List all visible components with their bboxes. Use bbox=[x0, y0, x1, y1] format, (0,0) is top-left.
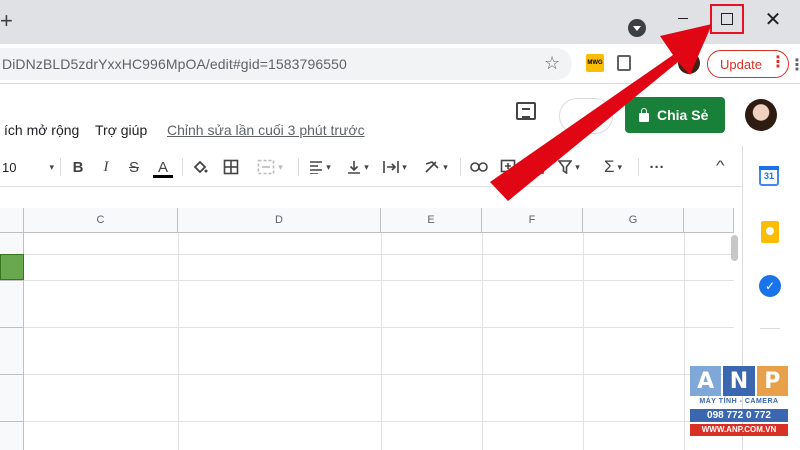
text-wrap-icon[interactable]: ▾ bbox=[380, 155, 410, 179]
font-size-value: 10 bbox=[2, 159, 17, 175]
extension-icon[interactable]: MWG bbox=[586, 54, 604, 72]
grid-line bbox=[24, 280, 734, 281]
select-all-corner[interactable] bbox=[0, 208, 24, 233]
horizontal-align-icon[interactable]: ▾ bbox=[305, 155, 335, 179]
grid-line bbox=[24, 254, 734, 255]
borders-icon[interactable] bbox=[220, 155, 242, 179]
close-window-button[interactable]: ✕ bbox=[750, 0, 796, 38]
text-color-swatch bbox=[153, 175, 173, 178]
selected-row-header[interactable] bbox=[0, 254, 24, 280]
sigma-icon: Σ bbox=[603, 157, 615, 176]
collapse-toolbar-icon[interactable]: ^ bbox=[716, 157, 725, 173]
logo-phone: 098 772 0 772 bbox=[690, 409, 788, 422]
insert-chart-icon[interactable] bbox=[527, 155, 547, 179]
last-edit-link[interactable]: Chỉnh sửa lần cuối 3 phút trước bbox=[167, 122, 365, 138]
italic-button[interactable]: I bbox=[96, 155, 116, 179]
maximize-icon bbox=[721, 13, 733, 25]
anp-logo: A N P bbox=[690, 366, 788, 396]
row-header-line bbox=[0, 374, 24, 375]
toolbar-divider bbox=[460, 158, 461, 176]
font-size-select[interactable]: 10 ▾ bbox=[2, 155, 54, 179]
meet-button[interactable] bbox=[559, 98, 613, 134]
logo-subtitle: MÁY TÍNH - CAMERA bbox=[699, 398, 779, 405]
row-header-line bbox=[0, 421, 24, 422]
toolbar-divider bbox=[182, 158, 183, 176]
kebab-icon[interactable]: ⋮ bbox=[770, 55, 786, 71]
calendar-icon[interactable]: 31 bbox=[759, 166, 779, 186]
toolbar-divider bbox=[298, 158, 299, 176]
column-header[interactable]: D bbox=[178, 208, 381, 233]
browser-menu-icon[interactable]: ⋮ bbox=[789, 55, 800, 75]
profile-avatar[interactable] bbox=[678, 52, 700, 74]
logo-letter: P bbox=[756, 366, 788, 396]
account-avatar[interactable] bbox=[745, 99, 777, 131]
chevron-down-icon: ▾ bbox=[278, 161, 283, 172]
minimize-icon bbox=[678, 17, 688, 19]
vertical-scrollbar[interactable] bbox=[731, 235, 738, 261]
grid-line bbox=[482, 233, 483, 450]
chevron-down-icon: ▾ bbox=[575, 161, 580, 172]
side-panel-divider bbox=[760, 328, 780, 329]
column-header[interactable] bbox=[684, 208, 734, 233]
logo-letter: A bbox=[690, 366, 722, 396]
strikethrough-button[interactable]: S bbox=[124, 155, 144, 179]
spreadsheet-grid[interactable] bbox=[0, 208, 742, 450]
more-options-icon[interactable]: ··· bbox=[646, 155, 668, 179]
keep-icon[interactable] bbox=[761, 221, 779, 243]
lock-icon bbox=[639, 107, 649, 122]
insert-link-icon[interactable] bbox=[468, 155, 490, 179]
tab-search-icon[interactable] bbox=[628, 19, 646, 37]
grid-line bbox=[583, 233, 584, 450]
chevron-down-icon: ▾ bbox=[402, 161, 407, 172]
grid-line bbox=[178, 233, 179, 450]
toolbar-divider bbox=[638, 158, 639, 176]
maximize-button[interactable] bbox=[710, 4, 744, 34]
chevron-down-icon: ▾ bbox=[364, 161, 369, 172]
vertical-align-icon[interactable]: ▾ bbox=[343, 155, 373, 179]
merge-cells-icon[interactable]: ▾ bbox=[250, 155, 290, 179]
text-rotation-icon[interactable]: ▾ bbox=[420, 155, 452, 179]
grid-line bbox=[24, 327, 734, 328]
tasks-icon[interactable]: ✓ bbox=[759, 275, 781, 297]
functions-button[interactable]: Σ ▾ bbox=[596, 155, 630, 179]
column-header[interactable]: F bbox=[482, 208, 583, 233]
grid-line bbox=[24, 374, 734, 375]
update-label: Update bbox=[720, 56, 762, 72]
toolbar-divider bbox=[60, 158, 61, 176]
chevron-down-icon: ▾ bbox=[617, 161, 623, 172]
grid-line bbox=[381, 233, 382, 450]
minimize-button[interactable] bbox=[660, 0, 706, 38]
grid-line bbox=[684, 233, 685, 450]
row-header-line bbox=[0, 280, 24, 281]
fill-color-icon[interactable] bbox=[190, 155, 210, 179]
insert-comment-icon[interactable] bbox=[497, 155, 519, 179]
chevron-down-icon: ▾ bbox=[443, 161, 448, 172]
comment-history-icon[interactable] bbox=[516, 102, 536, 120]
column-header[interactable]: C bbox=[24, 208, 178, 233]
url-text[interactable]: DiDNzBLD5zdrYxxHC996MpOA/edit#gid=158379… bbox=[2, 56, 347, 72]
chevron-down-icon: ▾ bbox=[326, 161, 331, 172]
column-header[interactable]: G bbox=[583, 208, 684, 233]
menu-extensions[interactable]: ích mở rộng bbox=[4, 122, 79, 138]
chevron-down-icon: ▾ bbox=[49, 161, 54, 172]
filter-icon[interactable]: ▾ bbox=[554, 155, 584, 179]
bold-button[interactable]: B bbox=[68, 155, 88, 179]
menu-help[interactable]: Trợ giúp bbox=[95, 122, 147, 138]
formula-bar[interactable] bbox=[0, 186, 742, 208]
extensions-puzzle-icon[interactable] bbox=[617, 55, 631, 71]
logo-letter: N bbox=[723, 366, 755, 396]
new-tab-button[interactable]: + bbox=[0, 10, 12, 32]
share-label: Chia Sẻ bbox=[657, 107, 709, 123]
bookmark-star-icon[interactable]: ☆ bbox=[544, 53, 560, 74]
column-header[interactable]: E bbox=[381, 208, 482, 233]
share-button[interactable]: Chia Sẻ bbox=[625, 97, 725, 133]
logo-website: WWW.ANP.COM.VN bbox=[690, 424, 788, 436]
row-header-line bbox=[0, 327, 24, 328]
grid-line bbox=[24, 421, 734, 422]
